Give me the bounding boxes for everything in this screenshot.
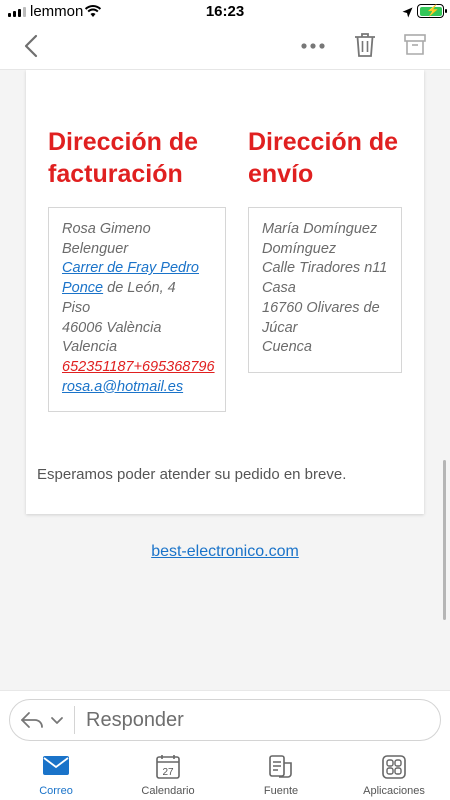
message-toolbar [0, 24, 450, 70]
calendar-day: 27 [162, 767, 174, 778]
mail-icon [0, 754, 112, 780]
billing-street-link[interactable]: Carrer de Fray Pedro [62, 260, 199, 276]
shipping-detail: Casa [262, 280, 296, 297]
chevron-down-icon[interactable] [50, 713, 64, 731]
shipping-title-line-2: envío [248, 160, 314, 188]
shipping-address-heading: Dirección de envío [248, 126, 423, 190]
billing-postcode-city: 46006 València [62, 319, 162, 336]
shipping-postcode-city: 16760 Olivares de [262, 299, 380, 316]
scrollbar[interactable] [443, 460, 446, 620]
tab-apps-label: Aplicaciones [363, 785, 425, 797]
email-body[interactable]: Dirección de facturación Dirección de en… [0, 70, 450, 690]
reply-icon[interactable] [20, 710, 44, 735]
billing-title-line-1: Dirección de [48, 128, 199, 156]
shipping-postcode-city-2: Júcar [262, 319, 298, 336]
chevron-left-icon[interactable] [20, 32, 44, 60]
calendar-icon: 27 [112, 754, 224, 780]
shipping-name: María Domínguez [262, 221, 378, 237]
closing-message: Esperamos poder atender su pedido en bre… [37, 466, 347, 483]
clock: 16:23 [205, 3, 245, 20]
shipping-province: Cuenca [262, 339, 312, 356]
billing-phone-link[interactable]: 652351187+695368796 [62, 359, 215, 375]
trash-icon[interactable] [354, 32, 376, 63]
billing-email-link[interactable]: rosa.a@hotmail.es [62, 379, 183, 395]
location-arrow-icon [402, 5, 413, 23]
reply-bar: Responder [0, 690, 450, 746]
order-card: Dirección de facturación Dirección de en… [26, 70, 424, 514]
bottom-tab-bar: Correo 27 Calendario Fuente Aplicaciones [0, 746, 450, 800]
shipping-street: Calle Tiradores n11 [262, 260, 388, 277]
apps-icon [338, 754, 450, 780]
billing-title-line-2: facturación [48, 160, 183, 188]
billing-name-2: Belenguer [62, 240, 129, 257]
archive-icon[interactable] [404, 34, 426, 61]
shipping-name-2: Domínguez [262, 240, 337, 257]
website-link[interactable]: best-electronico.com [0, 543, 450, 561]
billing-floor: Piso [62, 299, 91, 316]
reply-input[interactable]: Responder [9, 699, 441, 741]
tab-calendar[interactable]: 27 Calendario [112, 746, 224, 800]
billing-province: Valencia [62, 339, 118, 356]
tab-apps[interactable]: Aplicaciones [338, 746, 450, 800]
reply-placeholder: Responder [86, 709, 184, 731]
tab-feed[interactable]: Fuente [225, 746, 337, 800]
battery-icon: ⚡ [417, 4, 447, 18]
feed-icon [225, 754, 337, 780]
tab-calendar-label: Calendario [141, 785, 195, 797]
reply-divider [74, 706, 75, 734]
billing-name: Rosa Gimeno [62, 221, 151, 237]
more-horizontal-icon[interactable] [300, 37, 326, 55]
shipping-title-line-1: Dirección de [248, 128, 399, 156]
tab-mail-label: Correo [39, 785, 73, 797]
billing-street-rest: de León, 4 [103, 280, 176, 297]
status-bar: lemmon 16:23 ⚡ [0, 0, 450, 24]
billing-street-link-2[interactable]: Ponce [62, 280, 103, 296]
shipping-address-box: María Domínguez Domínguez Calle Tiradore… [248, 207, 402, 373]
billing-address-heading: Dirección de facturación [48, 126, 223, 190]
billing-address-box: Rosa Gimeno Belenguer Carrer de Fray Ped… [48, 207, 226, 412]
tab-feed-label: Fuente [263, 785, 299, 797]
tab-mail[interactable]: Correo [0, 746, 112, 800]
